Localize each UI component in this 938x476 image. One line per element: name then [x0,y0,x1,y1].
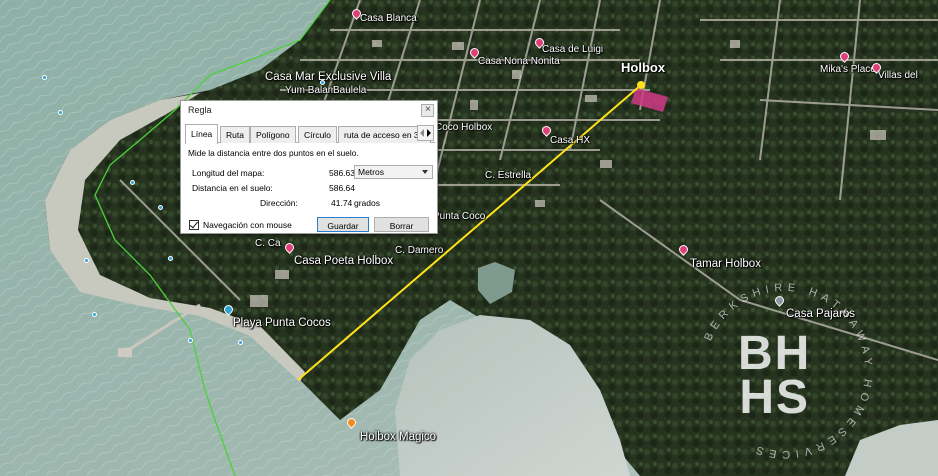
photo-marker-icon[interactable] [168,256,173,261]
measure-end-marker [637,81,645,89]
place-label-16[interactable]: Holbox Magico [360,431,436,443]
tab-ruta[interactable]: Ruta [220,126,250,143]
photo-marker-icon[interactable] [238,340,243,345]
pier-head [118,348,132,357]
bhhs-watermark-logo: BH HS [738,327,812,424]
dialog-titlebar[interactable]: Regla × [181,101,437,120]
chevron-left-icon[interactable] [420,129,424,137]
measure-tabs: Línea Ruta Polígono Círculo ruta de acce… [185,124,435,144]
dialog-title: Regla [188,105,212,115]
place-label-19[interactable]: C. Ca [255,238,281,249]
ground-distance-label: Distancia en el suelo: [192,183,273,193]
place-label-15[interactable]: Playa Punta Cocos [233,317,331,329]
tool-description: Mide la distancia entre dos puntos en el… [188,148,359,158]
direction-label: Dirección: [260,198,298,208]
mouse-navigation-label[interactable]: Navegación con mouse [203,220,292,230]
place-label-7[interactable]: Yum Balam [285,85,336,96]
bhhs-logo-top: BH [738,327,812,380]
tab-scroll-buttons[interactable] [417,125,434,141]
place-label-4[interactable]: Mika's Place [820,64,876,75]
chevron-down-icon [422,170,428,174]
direction-unit: grados [354,198,380,208]
place-label-11[interactable]: Punta Coco [433,211,485,222]
tab-poligono[interactable]: Polígono [250,126,296,143]
close-icon: × [425,104,431,115]
checkmark-icon [189,219,199,229]
place-label-18[interactable]: C. Estrella [485,170,531,181]
save-button[interactable]: Guardar [317,217,369,232]
photo-marker-icon[interactable] [92,312,97,317]
photo-marker-icon[interactable] [42,75,47,80]
mouse-navigation-checkbox[interactable] [189,219,199,230]
direction-value: 41.74 [331,198,353,208]
map-length-value: 586.63 [329,168,355,178]
close-button[interactable]: × [421,104,434,117]
ground-distance-value: 586.64 [329,183,355,193]
place-label-1[interactable]: Casa de Luigi [542,44,603,55]
place-label-12[interactable]: Casa Poeta Holbox [294,255,393,267]
units-selected-value: Metros [358,167,384,177]
place-label-2[interactable]: Casa Nona Nonita [478,56,560,67]
place-label-13[interactable]: Tamar Holbox [690,258,761,270]
photo-marker-icon[interactable] [188,338,193,343]
units-select[interactable]: Metros [354,165,433,179]
photo-marker-icon[interactable] [130,180,135,185]
place-label-17[interactable]: C. Damero [395,245,443,256]
tab-circulo[interactable]: Círculo [298,126,337,143]
bhhs-logo-bottom: HS [739,371,810,424]
photo-marker-icon[interactable] [58,110,63,115]
photo-marker-icon[interactable] [158,205,163,210]
ruler-dialog[interactable]: Regla × Línea Ruta Polígono Círculo ruta… [180,100,438,234]
place-label-3[interactable]: Holbox [621,61,665,74]
map-length-label: Longitud del mapa: [192,168,265,178]
place-label-0[interactable]: Casa Blanca [360,13,417,24]
place-label-10[interactable]: Casa HX [550,135,590,146]
chevron-right-icon[interactable] [427,129,431,137]
place-label-5[interactable]: Villas del [878,70,918,81]
photo-marker-icon[interactable] [320,80,325,85]
place-label-9[interactable]: Coco Holbox [435,122,492,133]
photo-marker-icon[interactable] [84,258,89,263]
clear-button[interactable]: Borrar [374,217,429,232]
tab-linea[interactable]: Línea [185,124,219,144]
place-label-6[interactable]: Casa Mar Exclusive Villa [265,71,391,83]
place-label-8[interactable]: Baulela [333,85,366,96]
